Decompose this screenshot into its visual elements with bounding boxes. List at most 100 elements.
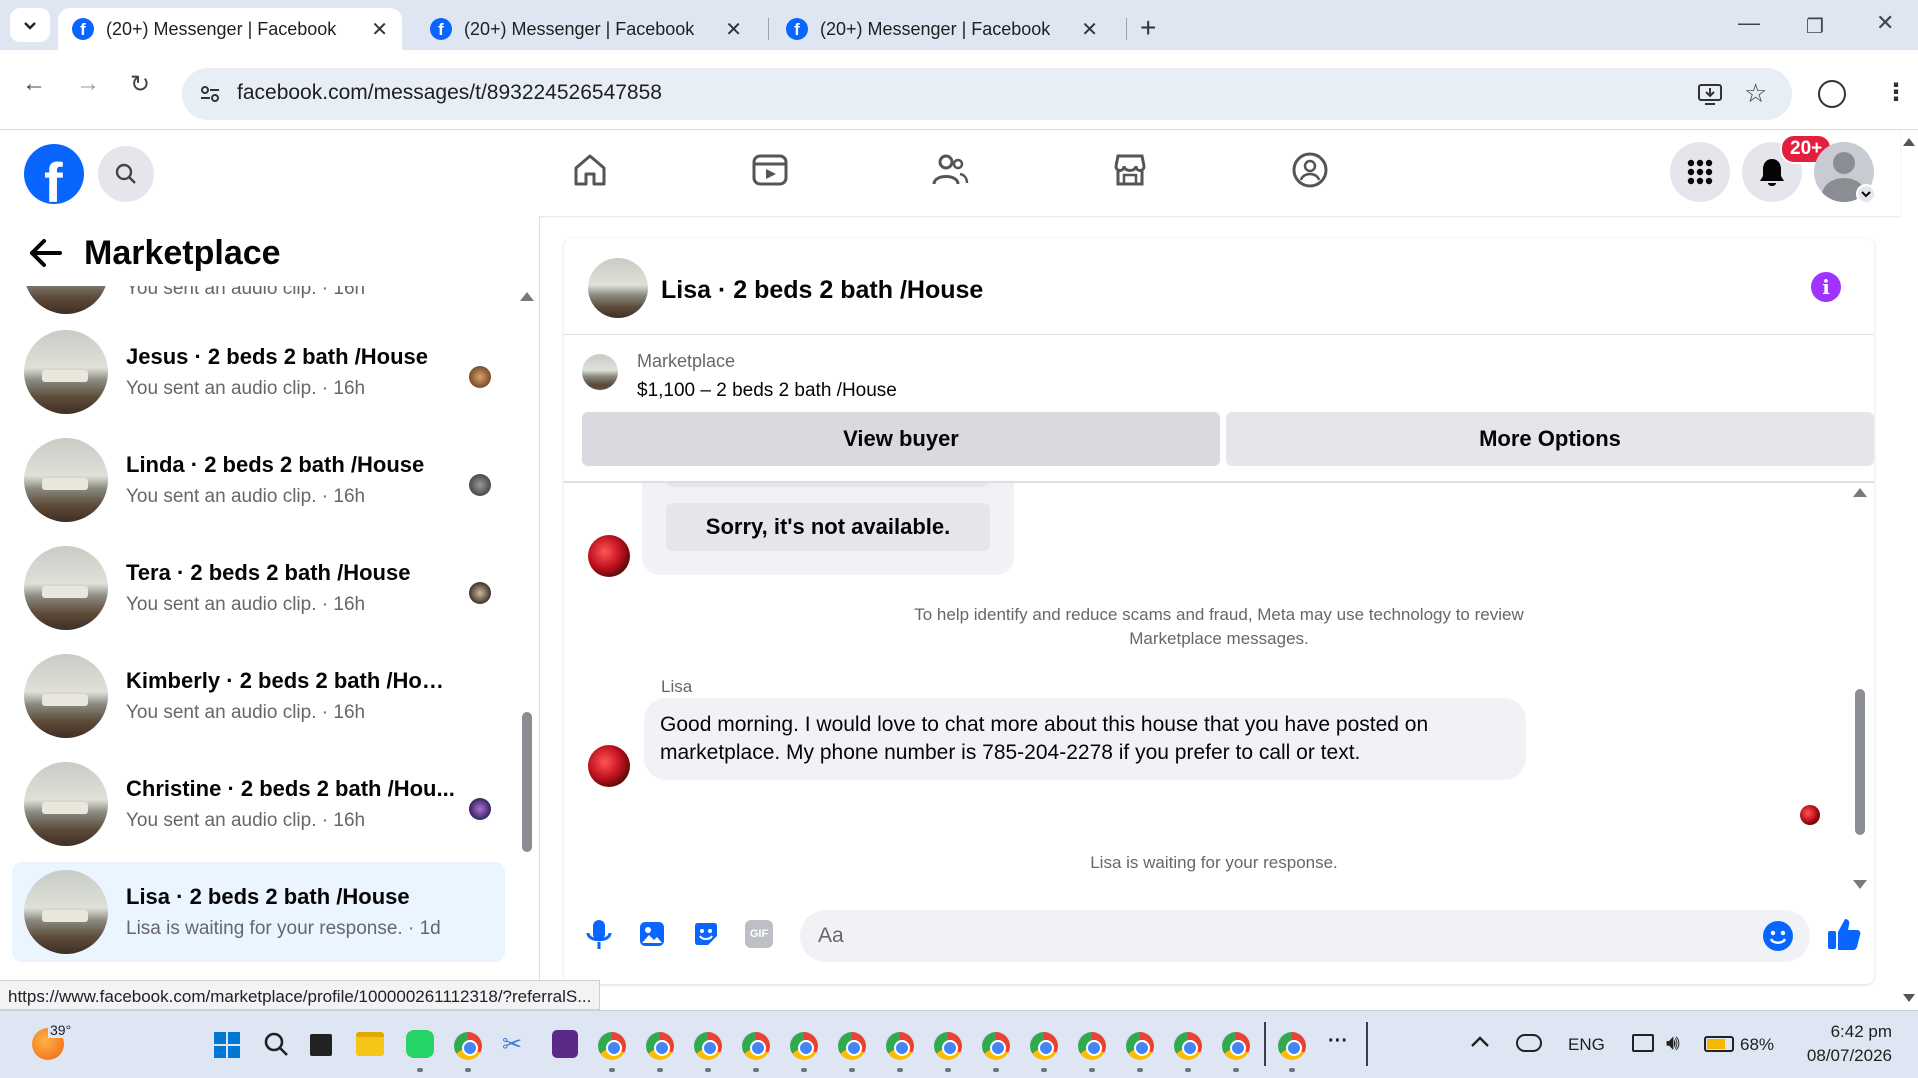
message-input[interactable] <box>800 746 1808 798</box>
friends-icon[interactable] <box>930 150 970 190</box>
groups-icon[interactable] <box>1290 150 1330 190</box>
chat-avatar[interactable] <box>588 258 648 318</box>
chrome-profile-icon[interactable] <box>1126 1032 1154 1060</box>
language-indicator[interactable]: ENG <box>1568 1035 1605 1055</box>
facebook-favicon-icon: f <box>430 18 452 40</box>
chrome-profile-icon[interactable] <box>1078 1032 1106 1060</box>
chrome-profile-icon[interactable] <box>886 1032 914 1060</box>
conversation-item[interactable]: Linda · 2 beds 2 bath /House You sent an… <box>12 430 505 530</box>
conversation-item[interactable]: Tera · 2 beds 2 bath /House You sent an … <box>12 538 505 638</box>
photo-icon[interactable] <box>638 920 666 948</box>
listing-title[interactable]: $1,100 – 2 beds 2 bath /House <box>637 380 897 402</box>
quick-reply-button[interactable]: Sorry, it's not available. <box>666 503 990 551</box>
info-icon[interactable]: i <box>1811 272 1841 302</box>
sticker-icon[interactable] <box>692 920 720 948</box>
windows-start-icon[interactable] <box>214 1032 240 1058</box>
scroll-up-arrow-icon[interactable] <box>520 292 534 301</box>
app-icon-purple[interactable] <box>552 1030 578 1058</box>
close-tab-icon[interactable]: ✕ <box>725 17 742 42</box>
install-app-icon[interactable] <box>1696 80 1724 108</box>
chrome-profile-icon[interactable] <box>1030 1032 1058 1060</box>
facebook-logo-icon[interactable]: f <box>24 144 84 204</box>
read-receipt-avatar <box>1800 805 1820 825</box>
browser-menu-icon[interactable]: ⋮ <box>1884 78 1908 107</box>
new-tab-button[interactable]: + <box>1140 12 1156 44</box>
close-tab-icon[interactable]: ✕ <box>371 17 388 42</box>
gif-icon[interactable]: GIF <box>745 920 773 948</box>
taskbar-search-icon[interactable] <box>262 1030 290 1058</box>
microphone-icon[interactable] <box>584 918 614 952</box>
chrome-profile-icon[interactable] <box>790 1032 818 1060</box>
restore-icon[interactable]: ❐ <box>1806 14 1824 39</box>
chrome-profile-icon[interactable] <box>646 1032 674 1060</box>
url-text[interactable]: facebook.com/messages/t/893224526547858 <box>237 81 662 105</box>
site-settings-icon[interactable] <box>198 82 222 106</box>
fb-search-button[interactable] <box>98 146 154 202</box>
chrome-profile-icon[interactable] <box>1278 1032 1306 1060</box>
conversation-item[interactable]: Christine · 2 beds 2 bath /Hou... You se… <box>12 754 505 854</box>
home-icon[interactable] <box>570 150 610 190</box>
back-arrow-icon[interactable] <box>28 238 64 268</box>
chrome-icon[interactable] <box>454 1032 482 1060</box>
quick-reply-option[interactable] <box>666 483 990 487</box>
chat-title[interactable]: Lisa · 2 beds 2 bath /House <box>661 276 983 305</box>
chrome-profile-icon[interactable] <box>838 1032 866 1060</box>
like-thumbs-up-icon[interactable] <box>1826 916 1862 952</box>
chrome-profile-icon[interactable] <box>982 1032 1010 1060</box>
message-scrollbar-thumb[interactable] <box>1855 689 1865 835</box>
facebook-favicon-icon: f <box>72 18 94 40</box>
forward-arrow-icon[interactable]: → <box>76 70 100 98</box>
close-window-icon[interactable]: ✕ <box>1876 10 1894 36</box>
snipping-tool-icon[interactable]: ✂ <box>502 1030 528 1058</box>
taskbar-overflow-button[interactable]: ··· <box>1328 1030 1348 1053</box>
reload-icon[interactable]: ↻ <box>130 70 150 99</box>
scroll-up-arrow-icon[interactable] <box>1853 488 1867 497</box>
chevron-up-icon[interactable] <box>1470 1034 1490 1048</box>
volume-icon[interactable]: 🔊︎ <box>1666 1030 1680 1056</box>
bookmark-star-icon[interactable]: ☆ <box>1744 78 1767 109</box>
conversation-name: Kimberly · 2 beds 2 bath /House <box>126 668 456 693</box>
minimize-icon[interactable]: — <box>1738 10 1760 36</box>
conversation-item[interactable]: Jesus · 2 beds 2 bath /House You sent an… <box>12 322 505 422</box>
conversation-item-active[interactable]: Lisa · 2 beds 2 bath /House Lisa is wait… <box>12 862 505 962</box>
conversation-item[interactable]: Kimberly · 2 beds 2 bath /House You sent… <box>12 646 505 746</box>
page-scroll-up-arrow-icon[interactable] <box>1903 138 1915 146</box>
listing-thumbnail <box>24 330 108 414</box>
clock-time[interactable]: 6:42 pm <box>1796 1022 1892 1042</box>
message-input-field[interactable]: Aa <box>800 910 1810 962</box>
close-tab-icon[interactable]: ✕ <box>1081 17 1098 42</box>
chrome-profile-icon[interactable] <box>1174 1032 1202 1060</box>
browser-tab-2[interactable]: f (20+) Messenger | Facebook ✕ <box>416 8 756 50</box>
chrome-profile-icon[interactable] <box>742 1032 770 1060</box>
conversation-scrollbar-thumb[interactable] <box>522 712 532 852</box>
chrome-icon[interactable] <box>598 1032 626 1060</box>
browser-tab-3[interactable]: f (20+) Messenger | Facebook ✕ <box>772 8 1112 50</box>
chrome-profile-icon[interactable] <box>1222 1032 1250 1060</box>
emoji-icon[interactable] <box>1762 920 1794 952</box>
clock-date[interactable]: 08/07/2026 <box>1796 1046 1892 1066</box>
back-arrow-icon[interactable]: ← <box>22 70 46 98</box>
file-explorer-icon[interactable] <box>356 1032 384 1056</box>
video-icon[interactable] <box>750 150 790 190</box>
menu-grid-button[interactable] <box>1670 142 1730 202</box>
conversation-item[interactable]: You sent an audio clip. · 16h <box>12 286 505 322</box>
listing-thumbnail <box>24 286 108 314</box>
browser-tab-1[interactable]: f (20+) Messenger | Facebook ✕ <box>58 8 402 50</box>
tab-search-button[interactable] <box>10 8 50 42</box>
battery-icon[interactable] <box>1704 1036 1734 1052</box>
view-buyer-button[interactable]: View buyer <box>582 412 1220 466</box>
running-indicator <box>1233 1068 1239 1072</box>
profile-icon[interactable] <box>1818 80 1846 108</box>
task-view-icon[interactable] <box>310 1034 332 1056</box>
account-menu-chevron-icon[interactable] <box>1856 184 1876 204</box>
chrome-profile-icon[interactable] <box>934 1032 962 1060</box>
onedrive-cloud-icon[interactable] <box>1516 1034 1542 1052</box>
display-icon[interactable] <box>1632 1034 1654 1052</box>
scroll-down-arrow-icon[interactable] <box>1853 880 1867 889</box>
more-options-button[interactable]: More Options <box>1226 412 1874 466</box>
chrome-profile-icon[interactable] <box>694 1032 722 1060</box>
panel-title: Marketplace <box>84 234 281 272</box>
page-scroll-down-arrow-icon[interactable] <box>1903 994 1915 1002</box>
whatsapp-icon[interactable] <box>406 1030 434 1058</box>
marketplace-icon[interactable] <box>1110 150 1150 190</box>
